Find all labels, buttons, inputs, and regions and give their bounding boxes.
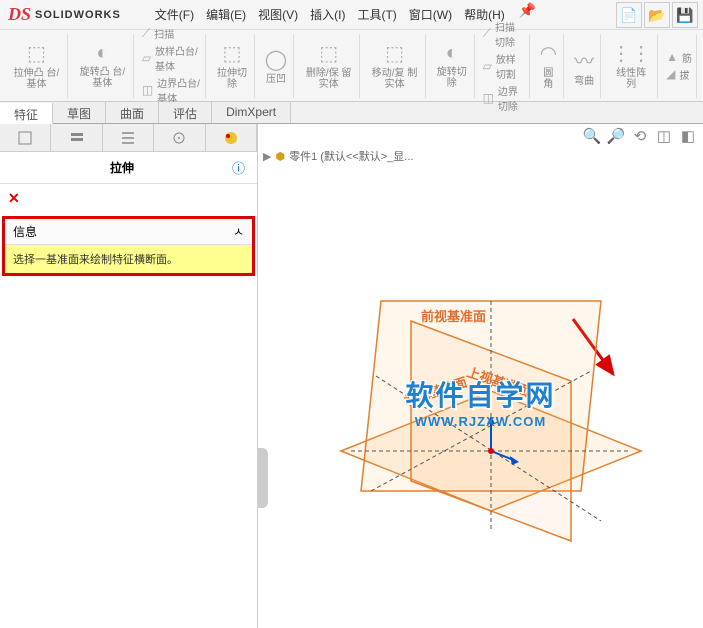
extrude-cut-icon: ⬚ — [223, 41, 242, 66]
part-icon: ⬢ — [275, 150, 285, 163]
tab-evaluate[interactable]: 评估 — [159, 102, 212, 123]
view-toolbar: 🔍 🔎 ⟲ ◫ ◧ — [582, 126, 698, 146]
feature-title: 拉伸 — [12, 159, 232, 176]
logo-text: SOLIDWORKS — [35, 9, 121, 21]
menu-view[interactable]: 视图(V) — [252, 2, 304, 27]
move-icon: ⬚ — [385, 41, 404, 66]
zoom-fit-icon[interactable]: 🔍 — [582, 126, 602, 146]
sweep-button[interactable]: ⟋扫描 — [142, 26, 201, 41]
move-copy-button[interactable]: ⬚ 移动/复 制实体 — [368, 39, 421, 92]
menu-bar: DS SOLIDWORKS 文件(F) 编辑(E) 视图(V) 插入(I) 工具… — [0, 0, 703, 30]
feature-tabs: 特征 草图 曲面 评估 DimXpert — [0, 102, 703, 124]
breadcrumb-arrow-icon[interactable]: ▶ — [263, 150, 271, 163]
logo-mark: DS — [8, 4, 31, 25]
property-panel: 拉伸 ⓘ ✕ 信息 ㅅ 选择一基准面来绘制特征横断面。 — [0, 124, 258, 628]
cancel-button[interactable]: ✕ — [8, 190, 20, 206]
revolve-cut-icon: ◐ — [446, 42, 458, 65]
delete-icon: ⬚ — [319, 41, 338, 66]
menu-insert[interactable]: 插入(I) — [304, 2, 351, 27]
panel-handle[interactable] — [258, 448, 268, 508]
boundary-button[interactable]: ◫边界凸台/基体 — [142, 75, 201, 105]
panel-tab-property[interactable] — [51, 124, 102, 151]
rib-button[interactable]: ▲筋 — [666, 50, 692, 65]
info-message: 选择一基准面来绘制特征横断面。 — [5, 245, 252, 273]
ribbon: ⬚ 拉伸凸 台/基体 ◐ 旋转凸 台/基体 ⟋扫描 ▱放样凸台/基体 ◫边界凸台… — [0, 30, 703, 102]
draft-icon: ◢ — [666, 67, 675, 81]
part-name[interactable]: 零件1 (默认<<默认>_显... — [289, 148, 413, 164]
extrude-cut-button[interactable]: ⬚ 拉伸切 除 — [214, 39, 250, 92]
hole-button[interactable]: ◯ 压凹 — [263, 45, 289, 87]
open-icon[interactable]: 📂 — [644, 2, 670, 28]
panel-tab-feature-tree[interactable] — [0, 124, 51, 151]
3d-viewport[interactable]: 🔍 🔎 ⟲ ◫ ◧ ▶ ⬢ 零件1 (默认<<默认>_显... — [258, 124, 703, 628]
curve-button[interactable]: 〰 弯曲 — [572, 43, 596, 89]
tab-sketch[interactable]: 草图 — [53, 102, 106, 123]
fillet-button[interactable]: ◠ 圆角 — [538, 39, 559, 92]
sweep-cut-icon: ⟋ — [483, 26, 491, 41]
panel-tab-dimxpert[interactable] — [154, 124, 205, 151]
save-icon[interactable]: 💾 — [672, 2, 698, 28]
info-label: 信息 — [13, 223, 37, 240]
rib-icon: ▲ — [666, 50, 678, 64]
loft-icon: ▱ — [142, 51, 151, 65]
boundary-cut-button[interactable]: ◫边界切除 — [483, 83, 525, 113]
hole-icon: ◯ — [265, 47, 287, 72]
rotate-icon[interactable]: ⟲ — [630, 126, 650, 146]
main-area: 拉伸 ⓘ ✕ 信息 ㅅ 选择一基准面来绘制特征横断面。 🔍 🔎 ⟲ ◫ ◧ ▶ … — [0, 124, 703, 628]
linear-pattern-button[interactable]: ⋮⋮ 线性阵 列 — [609, 39, 653, 92]
menu-window[interactable]: 窗口(W) — [403, 2, 458, 27]
extrude-icon: ⬚ — [27, 41, 46, 66]
display-style-icon[interactable]: ◫ — [654, 126, 674, 146]
pattern-icon: ⋮⋮ — [611, 41, 651, 66]
panel-tabs — [0, 124, 257, 152]
curve-icon: 〰 — [574, 45, 594, 74]
collapse-icon[interactable]: ㅅ — [233, 223, 244, 240]
sweep-cut-button[interactable]: ⟋扫描切除 — [483, 19, 525, 49]
loft-button[interactable]: ▱放样凸台/基体 — [142, 43, 201, 73]
tab-dimxpert[interactable]: DimXpert — [212, 102, 291, 123]
panel-tab-appearance[interactable] — [206, 124, 257, 151]
tab-surface[interactable]: 曲面 — [106, 102, 159, 123]
delete-keep-button[interactable]: ⬚ 删除/保 留实体 — [302, 39, 355, 92]
boundary-cut-icon: ◫ — [483, 91, 494, 105]
tab-feature[interactable]: 特征 — [0, 103, 53, 124]
revolve-boss-button[interactable]: ◐ 旋转凸 台/基体 — [76, 40, 129, 91]
loft-cut-button[interactable]: ▱放样切割 — [483, 51, 525, 81]
menu-file[interactable]: 文件(F) — [149, 2, 200, 27]
new-document-icon[interactable]: 📄 — [616, 2, 642, 28]
menu-edit[interactable]: 编辑(E) — [200, 2, 252, 27]
extrude-boss-button[interactable]: ⬚ 拉伸凸 台/基体 — [10, 39, 63, 92]
info-highlight-box: 信息 ㅅ 选择一基准面来绘制特征横断面。 — [2, 216, 255, 276]
zoom-area-icon[interactable]: 🔎 — [606, 126, 626, 146]
app-logo: DS SOLIDWORKS — [0, 4, 129, 25]
boundary-icon: ◫ — [142, 83, 153, 97]
panel-tab-config[interactable] — [103, 124, 154, 151]
loft-cut-icon: ▱ — [483, 59, 492, 73]
reference-planes[interactable]: 前视基准面 上视基准面 右视基准面 — [291, 221, 671, 581]
draft-button[interactable]: ◢拔 — [666, 67, 692, 82]
help-icon[interactable]: ⓘ — [232, 158, 245, 177]
feature-header: 拉伸 ⓘ — [0, 152, 257, 184]
revolve-cut-button[interactable]: ◐ 旋转切 除 — [434, 40, 470, 91]
fillet-icon: ◠ — [540, 41, 557, 66]
menu-tools[interactable]: 工具(T) — [351, 2, 402, 27]
front-plane-label: 前视基准面 — [421, 309, 486, 324]
section-view-icon[interactable]: ◧ — [678, 126, 698, 146]
sweep-icon: ⟋ — [142, 26, 150, 41]
breadcrumb: ▶ ⬢ 零件1 (默认<<默认>_显... — [263, 148, 413, 164]
revolve-icon: ◐ — [96, 42, 108, 65]
